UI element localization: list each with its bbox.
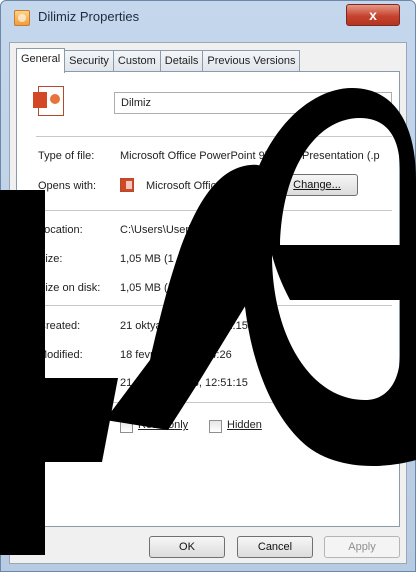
cancel-button-label: Cancel [257, 541, 293, 553]
hidden-label-text: Hidden [227, 419, 262, 431]
size-value: 1,05 MB (1 105 920 bytes) [120, 253, 250, 265]
modified-label: Modified: [38, 349, 83, 361]
size-on-disk-value: 1,05 MB (1 105 920 bytes) [120, 282, 250, 294]
advanced-button-label: Advanced... [321, 421, 381, 433]
location-label: Location: [38, 224, 83, 236]
powerpoint-file-icon [33, 86, 64, 116]
title-bar[interactable]: Dilimiz Properties x [0, 0, 414, 34]
opens-with-label: Opens with: [38, 180, 97, 192]
accessed-value: 21 oktyabr 2013, 12:51:15 [120, 377, 248, 389]
separator [36, 305, 392, 306]
type-of-file-value: Microsoft Office PowerPoint 97-2003 Pres… [120, 150, 380, 162]
separator [36, 210, 392, 211]
opens-with-value: Microsoft Office Powerf [146, 180, 260, 192]
readonly-label-text: Read-only [138, 419, 189, 431]
tab-details[interactable]: Details [159, 50, 204, 72]
file-properties-icon [14, 10, 30, 26]
hidden-label[interactable]: Hidden [227, 419, 262, 431]
separator [36, 136, 392, 137]
readonly-checkbox[interactable] [120, 420, 133, 433]
size-label: Size: [38, 253, 63, 265]
attributes-label: Attributes: [38, 420, 88, 432]
apply-button-label: Apply [348, 541, 376, 553]
cancel-button[interactable]: Cancel [237, 536, 313, 558]
created-value: 21 oktyabr 2013, 12:51:15 [120, 320, 248, 332]
tab-strip: General Security Custom Details Previous… [16, 48, 301, 73]
size-on-disk-label: Size on disk: [38, 282, 101, 294]
tab-security[interactable]: Security [64, 50, 114, 72]
advanced-button[interactable]: Advanced... [311, 416, 391, 438]
file-name-field[interactable]: Dilmiz [114, 92, 392, 114]
modified-value: 18 fevral 2011, 8:14:26 [120, 349, 232, 361]
tab-previous-versions[interactable]: Previous Versions [202, 50, 301, 72]
type-of-file-label: Type of file: [38, 150, 95, 162]
created-label: Created: [38, 320, 81, 332]
accessed-label: Accessed: [38, 377, 89, 389]
close-button[interactable]: x [346, 4, 400, 26]
powerpoint-app-icon [120, 178, 134, 192]
apply-button[interactable]: Apply [324, 536, 400, 558]
change-button[interactable]: Change... [276, 174, 358, 196]
readonly-label[interactable]: Read-only [138, 419, 188, 431]
general-tab-panel [16, 71, 400, 527]
hidden-checkbox[interactable] [209, 420, 222, 433]
window-title: Dilimiz Properties [38, 9, 140, 24]
ok-button[interactable]: OK [149, 536, 225, 558]
change-button-label: Change... [293, 179, 341, 191]
tab-custom[interactable]: Custom [112, 50, 161, 72]
tab-general[interactable]: General [16, 48, 66, 73]
ok-button-label: OK [179, 541, 195, 553]
separator [36, 402, 392, 403]
location-value: C:\Users\User\Desktop\MyFolder [120, 224, 282, 236]
